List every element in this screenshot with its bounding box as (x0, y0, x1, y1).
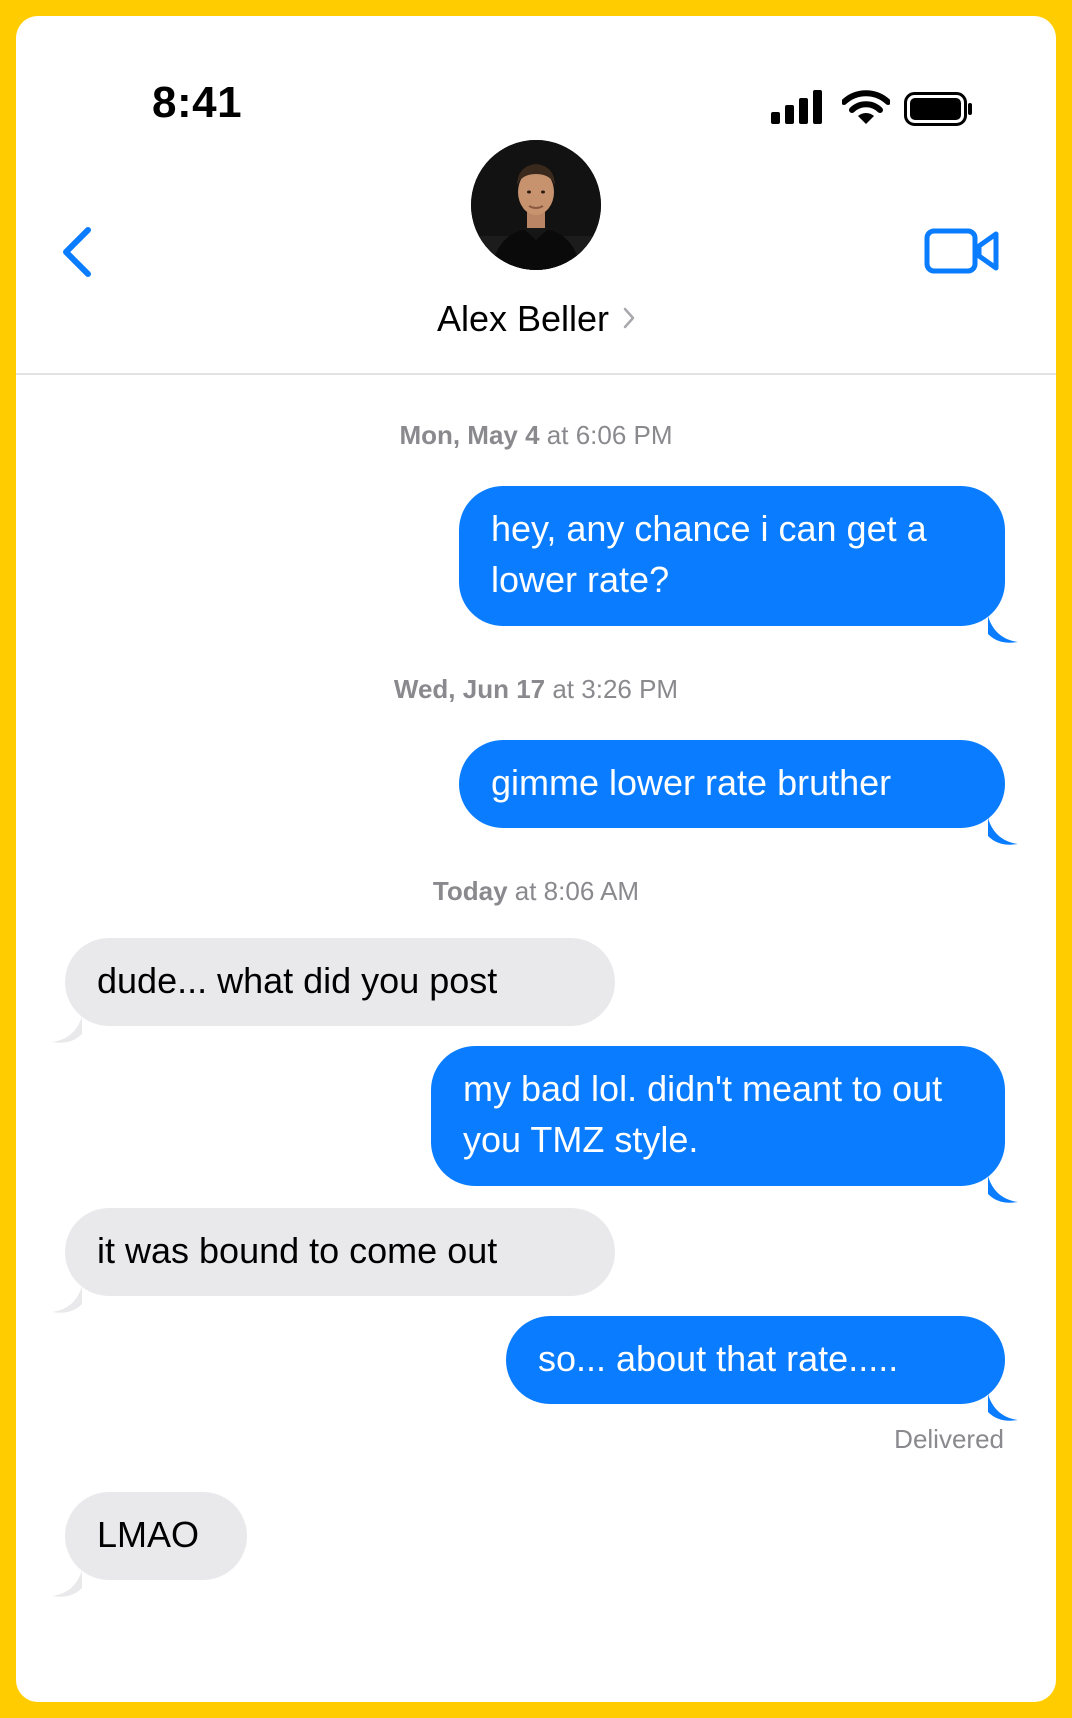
delivery-status: Delivered (894, 1424, 1004, 1454)
chevron-right-icon (623, 307, 635, 329)
incoming-message[interactable]: LMAO (65, 1492, 247, 1580)
outgoing-bubble-tail (988, 1394, 1018, 1421)
cellular-signal-icon (771, 90, 822, 124)
timestamp-time: at 3:26 PM (545, 674, 679, 704)
contact-name: Alex Beller (436, 298, 610, 339)
battery-icon (904, 92, 972, 126)
timestamp: Wed, Jun 17 at 3:26 PM (16, 674, 1056, 705)
avatar-photo (471, 140, 601, 270)
outgoing-bubble-tail (988, 616, 1018, 643)
outgoing-message[interactable]: my bad lol. didn't meant to out you TMZ … (431, 1046, 1005, 1186)
messages-screen: 8:41 Alex Beller Mon, May 4 at 6:06 PM h… (16, 16, 1056, 1702)
video-camera-icon[interactable] (924, 226, 1000, 276)
timestamp: Today at 8:06 AM (16, 876, 1056, 907)
chevron-left-icon[interactable] (56, 224, 96, 280)
timestamp-day: Wed, Jun 17 (393, 674, 546, 704)
timestamp-time: at 6:06 PM (539, 420, 673, 450)
incoming-bubble-tail (52, 1286, 82, 1313)
incoming-message[interactable]: dude... what did you post (65, 938, 615, 1026)
incoming-bubble-tail (52, 1016, 82, 1043)
timestamp: Mon, May 4 at 6:06 PM (16, 420, 1056, 451)
wifi-icon (842, 90, 890, 124)
outgoing-bubble-tail (988, 818, 1018, 845)
header-divider (16, 373, 1056, 375)
outgoing-bubble-tail (988, 1176, 1018, 1203)
timestamp-day: Today (432, 876, 508, 906)
status-time: 8:41 (152, 78, 243, 127)
incoming-bubble-tail (52, 1570, 82, 1597)
incoming-message[interactable]: it was bound to come out (65, 1208, 615, 1296)
outgoing-message[interactable]: so... about that rate..... (506, 1316, 1005, 1404)
outgoing-message[interactable]: hey, any chance i can get a lower rate? (459, 486, 1005, 626)
contact-name-button[interactable]: Alex Beller (16, 298, 1056, 340)
timestamp-day: Mon, May 4 (399, 420, 540, 450)
outgoing-message[interactable]: gimme lower rate bruther (459, 740, 1005, 828)
timestamp-time: at 8:06 AM (507, 876, 640, 906)
contact-avatar[interactable] (471, 140, 601, 270)
